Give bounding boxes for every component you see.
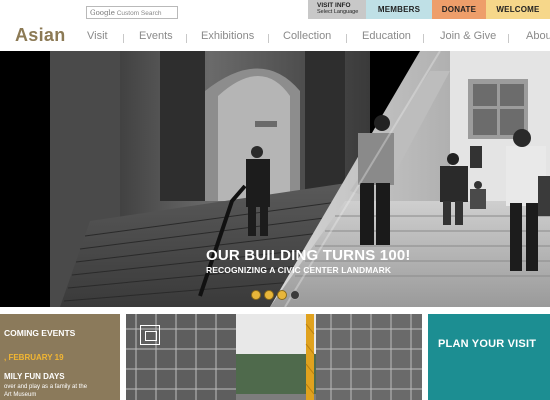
visit-info-button[interactable]: VISIT INFO Select Language [308,0,366,19]
carousel-dot-1[interactable] [251,290,261,300]
nav-item-education[interactable]: Education [362,30,411,42]
event-desc-line-2: Art Museum [4,392,37,398]
nav-item-exhibitions[interactable]: Exhibitions [201,30,254,42]
event-description: over and play as a family at the Art Mus… [4,383,87,399]
event-desc-line-1: over and play as a family at the [4,384,88,390]
upcoming-events-card[interactable]: COMING EVENTS , FEBRUARY 19 MILY FUN DAY… [0,314,120,400]
nav-item-about[interactable]: About [526,30,550,42]
welcome-button[interactable]: WELCOME [486,0,550,19]
carousel-dots [251,290,300,300]
search-input[interactable]: Google Custom Search [86,6,178,19]
visit-info-label: VISIT INFO [317,2,351,9]
nav-divider [268,34,269,43]
nav-divider [186,34,187,43]
nav-divider [508,34,509,43]
event-date: , FEBRUARY 19 [4,353,64,362]
construction-photo [126,314,422,400]
main-nav: Visit Events Exhibitions Collection Educ… [0,30,550,46]
nav-divider [123,34,124,43]
google-brand: Google [90,9,115,17]
carousel-dot-2[interactable] [264,290,274,300]
plan-your-visit-card[interactable]: PLAN YOUR VISIT [428,314,550,400]
construction-photo-card[interactable] [126,314,422,400]
nav-item-visit[interactable]: Visit [87,30,108,42]
events-heading: COMING EVENTS [4,328,76,338]
select-language-label: Select Language [317,9,359,15]
hero-title[interactable]: OUR BUILDING TURNS 100! [206,247,411,264]
nav-divider [423,34,424,43]
event-name[interactable]: MILY FUN DAYS [4,372,65,381]
photo-frame-icon [140,325,160,345]
nav-item-collection[interactable]: Collection [283,30,331,42]
nav-divider [346,34,347,43]
nav-item-events[interactable]: Events [139,30,173,42]
search-placeholder: Custom Search [116,10,162,17]
hero-subtitle[interactable]: RECOGNIZING A CIVIC CENTER LANDMARK [206,265,391,275]
carousel-dot-4[interactable] [290,290,300,300]
donate-button[interactable]: DONATE [432,0,486,19]
members-button[interactable]: MEMBERS [366,0,432,19]
plan-your-visit-label: PLAN YOUR VISIT [438,338,537,350]
nav-item-join-give[interactable]: Join & Give [440,30,496,42]
carousel-dot-3[interactable] [277,290,287,300]
